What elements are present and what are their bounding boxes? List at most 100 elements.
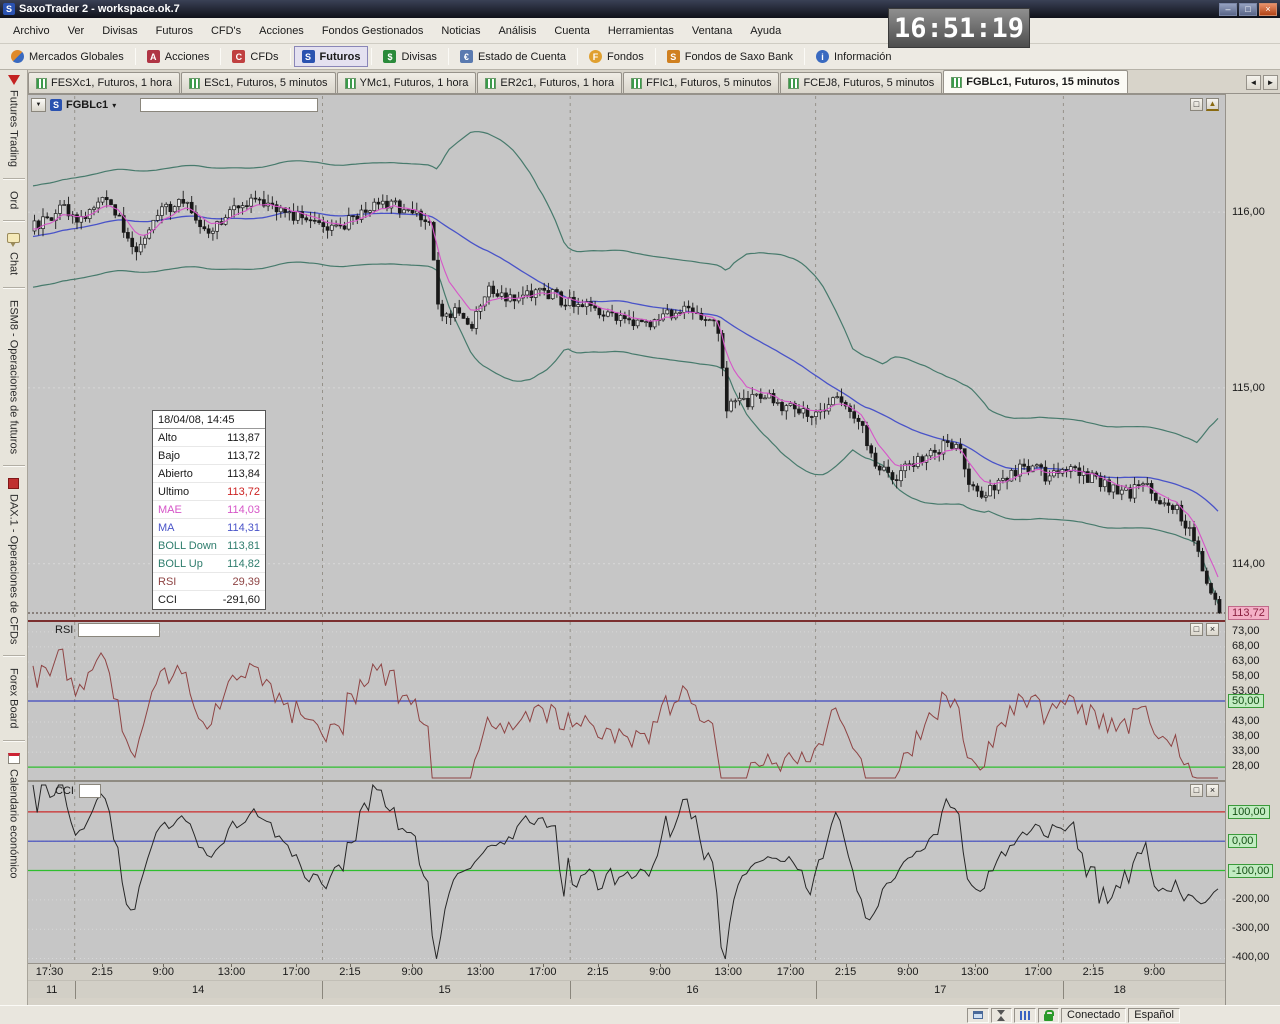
rsi-indicator-chart[interactable]	[28, 622, 1225, 780]
close-button[interactable]: ×	[1259, 3, 1277, 16]
toolbar-button-divisas[interactable]: Divisas	[375, 46, 444, 67]
sidebar-item-label: Futures Trading	[8, 90, 20, 167]
toolbar-button-informaci-n[interactable]: Información	[808, 46, 899, 67]
toolbar-button-acciones[interactable]: Acciones	[139, 46, 218, 67]
day-axis-label: 18	[1114, 984, 1126, 996]
tab-er2c1[interactable]: ER2c1, Futuros, 1 hora	[477, 72, 622, 93]
chart-tab-icon	[631, 78, 642, 89]
language-selector[interactable]: Español	[1128, 1008, 1180, 1023]
tab-esc1[interactable]: ESc1, Futuros, 5 minutos	[181, 72, 336, 93]
chart-tab-icon	[951, 77, 962, 88]
cci-axis-label: 0,00	[1228, 834, 1257, 848]
menu-item-acciones[interactable]: Acciones	[250, 20, 313, 42]
chart-restore-icon[interactable]: □	[1190, 98, 1203, 111]
rsi-axis-label: 43,00	[1232, 715, 1260, 727]
tooltip-row-value: 114,31	[227, 522, 260, 534]
menu-item-archivo[interactable]: Archivo	[4, 20, 59, 42]
statusbar-cell-lock-icon	[1038, 1008, 1059, 1023]
time-axis[interactable]: 17:302:159:0013:0017:002:159:0013:0017:0…	[28, 963, 1225, 980]
tab-ymc1[interactable]: YMc1, Futuros, 1 hora	[337, 72, 477, 93]
red-arrow-icon	[8, 75, 20, 85]
lock-icon[interactable]	[1044, 1014, 1053, 1021]
day-axis-label: 14	[192, 984, 204, 996]
app-icon	[3, 3, 15, 15]
chart-tab-icon	[485, 78, 496, 89]
sidebar-item-futures-trading[interactable]: Futures Trading	[8, 75, 20, 167]
sidebar-item-label: ESM8 - Operaciones de futuros	[8, 300, 20, 454]
toolbar-button-mercados-globales[interactable]: Mercados Globales	[3, 46, 132, 67]
sidebar-separator	[3, 655, 25, 657]
tooltip-row-abierto: Abierto113,84	[153, 465, 265, 483]
forex-icon	[383, 50, 396, 63]
chart-pin-icon[interactable]: ▲	[1206, 98, 1219, 111]
tooltip-row-value: 113,72	[227, 450, 260, 462]
tooltip-row-value: 114,03	[227, 504, 260, 516]
instrument-symbol[interactable]: FGBLc1	[66, 99, 108, 111]
cci-label: CCI	[55, 785, 74, 797]
toolbar-button-futuros[interactable]: Futuros	[294, 46, 369, 67]
tooltip-row-value: 114,82	[227, 558, 260, 570]
chart-menu-dropdown-button[interactable]: ▼	[31, 98, 46, 112]
toolbar-separator	[804, 48, 805, 65]
day-axis-label: 17	[934, 984, 946, 996]
menu-item-fondos-gestionados[interactable]: Fondos Gestionados	[313, 20, 433, 42]
tooltip-row-ma: MA114,31	[153, 519, 265, 537]
sidebar-item-calendario-econ-mico[interactable]: Calendario económico	[8, 753, 20, 878]
rsi-window-buttons: □ ×	[1190, 623, 1219, 636]
windows-icon[interactable]	[973, 1011, 983, 1019]
menu-item-herramientas[interactable]: Herramientas	[599, 20, 683, 42]
tab-fcej8[interactable]: FCEJ8, Futuros, 5 minutos	[780, 72, 942, 93]
menu-item-ayuda[interactable]: Ayuda	[741, 20, 790, 42]
sidebar-item-esm8-operaciones-de-futuros[interactable]: ESM8 - Operaciones de futuros	[8, 300, 20, 454]
cci-indicator-chart[interactable]	[28, 782, 1225, 962]
titlebar: SaxoTrader 2 - workspace.ok.7 – □ ×	[0, 0, 1280, 18]
maximize-button[interactable]: □	[1239, 3, 1257, 16]
tooltip-row-label: Alto	[158, 432, 177, 444]
tab-scroll-left-button[interactable]: ◄	[1246, 75, 1261, 90]
tooltip-row-value: 113,84	[227, 468, 260, 480]
tab-ffic1[interactable]: FFIc1, Futuros, 5 minutos	[623, 72, 779, 93]
tab-fgblc1[interactable]: FGBLc1, Futuros, 15 minutos	[943, 70, 1127, 93]
toolbar-button-fondos[interactable]: Fondos	[581, 46, 652, 67]
rsi-restore-icon[interactable]: □	[1190, 623, 1203, 636]
menu-item-divisas[interactable]: Divisas	[93, 20, 146, 42]
ohlc-tooltip: 18/04/08, 14:45 Alto113,87Bajo113,72Abie…	[152, 410, 266, 610]
toolbar-button-cfds[interactable]: CFDs	[224, 46, 286, 67]
toolbar-button-label: Fondos de Saxo Bank	[685, 51, 793, 63]
tooltip-row-label: BOLL Up	[158, 558, 203, 570]
tab-fesxc1[interactable]: FESXc1, Futuros, 1 hora	[28, 72, 180, 93]
chart-tab-icon	[189, 78, 200, 89]
menu-item-futuros[interactable]: Futuros	[147, 20, 202, 42]
chart-tab-icon	[36, 78, 47, 89]
tab-scroll-right-button[interactable]: ►	[1263, 75, 1278, 90]
instrument-search-input[interactable]	[140, 98, 318, 112]
menu-item-noticias[interactable]: Noticias	[432, 20, 489, 42]
menu-item-cfd-s[interactable]: CFD's	[202, 20, 250, 42]
menu-item-an-lisis[interactable]: Análisis	[489, 20, 545, 42]
sidebar-item-dax-1-operaciones-de-cfds[interactable]: DAX.1 - Operaciones de CFDs	[8, 478, 20, 644]
sidebar-item-forex-board[interactable]: Forex Board	[8, 668, 20, 729]
time-axis-label: 2:15	[578, 966, 618, 978]
cci-restore-icon[interactable]: □	[1190, 784, 1203, 797]
tooltip-row-label: MAE	[158, 504, 182, 516]
rsi-parameter-input[interactable]	[78, 623, 160, 637]
toolbar-button-fondos-de-saxo-bank[interactable]: Fondos de Saxo Bank	[659, 46, 801, 67]
minimize-button[interactable]: –	[1219, 3, 1237, 16]
chart-icon[interactable]	[1020, 1011, 1030, 1020]
panel-divider[interactable]	[28, 780, 1225, 782]
cci-parameter-input[interactable]	[79, 784, 101, 798]
toolbar-button-estado-de-cuenta[interactable]: Estado de Cuenta	[452, 46, 574, 67]
sidebar-item-ord[interactable]: Ord	[8, 191, 20, 209]
menu-item-ver[interactable]: Ver	[59, 20, 94, 42]
statusbar: Conectado Español	[0, 1005, 1280, 1024]
rsi-close-icon[interactable]: ×	[1206, 623, 1219, 636]
price-axis-label: 114,00	[1232, 558, 1265, 570]
menu-item-ventana[interactable]: Ventana	[683, 20, 741, 42]
time-axis-label: 17:00	[276, 966, 316, 978]
tooltip-rows: Alto113,87Bajo113,72Abierto113,84Ultimo1…	[153, 429, 265, 609]
hourglass-icon[interactable]	[997, 1010, 1006, 1021]
sidebar-item-chat[interactable]: Chat	[7, 233, 20, 275]
menu-item-cuenta[interactable]: Cuenta	[545, 20, 598, 42]
cci-close-icon[interactable]: ×	[1206, 784, 1219, 797]
price-axis[interactable]: 116,00115,00114,00113,7273,0068,0063,005…	[1225, 94, 1280, 1005]
